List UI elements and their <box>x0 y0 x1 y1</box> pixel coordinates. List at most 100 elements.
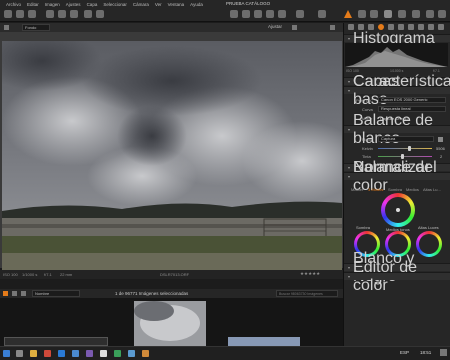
taskbar-app2-icon[interactable] <box>86 350 93 357</box>
sort-select[interactable]: Nombre <box>32 290 80 297</box>
brush-icon[interactable] <box>296 10 304 18</box>
compare-icon[interactable] <box>384 10 392 18</box>
window-title: PRUEBA CATÁLOGO <box>226 1 271 6</box>
kelvin-knob[interactable] <box>408 146 411 151</box>
help-icon[interactable] <box>370 10 378 18</box>
color-editor-header[interactable]: Editor de color <box>344 259 450 294</box>
language-indicator[interactable]: ESP <box>400 350 409 355</box>
taskbar-edge-icon[interactable] <box>58 350 65 357</box>
menu-ajustes[interactable]: Ajustes <box>66 2 81 7</box>
menu-ventana[interactable]: Ventana <box>168 2 185 7</box>
import-icon[interactable] <box>4 10 12 18</box>
viewer-options-icon[interactable] <box>330 25 335 30</box>
tab-3-modes[interactable]: 3 Modos <box>368 187 383 192</box>
eye-icon[interactable] <box>398 10 406 18</box>
menu-ayuda[interactable]: Ayuda <box>190 2 203 7</box>
clock[interactable]: 18:51 <box>420 350 431 355</box>
thumbnail-next[interactable] <box>228 337 300 346</box>
filmstrip-view-icon[interactable] <box>21 291 26 296</box>
taskbar-app-icon[interactable] <box>72 350 79 357</box>
info-filename: DSLR7013.ORF <box>160 272 190 277</box>
icc-select[interactable]: Canon EOS 2000 Generic <box>378 97 446 103</box>
tab-mid[interactable]: Medios <box>406 187 419 192</box>
notifications-icon[interactable] <box>440 349 447 356</box>
tab-batch-icon[interactable] <box>438 24 444 30</box>
icc-label: Perfil ICC <box>356 98 374 103</box>
info-aperture: f/7.1 <box>44 272 52 277</box>
menu-seleccionar[interactable]: Seleccionar <box>103 2 127 7</box>
thumbnail-selected[interactable] <box>134 301 206 346</box>
menu-camara[interactable]: Cámara <box>133 2 149 7</box>
redo-icon[interactable] <box>58 10 66 18</box>
rating-stars[interactable]: ★★★★★ <box>300 271 320 277</box>
white-balance-header[interactable]: Balance de blanco <box>344 112 450 147</box>
keystone-icon[interactable] <box>278 10 286 18</box>
straighten-icon[interactable] <box>266 10 274 18</box>
photo-canvas[interactable] <box>2 41 342 273</box>
zoom-tool-icon[interactable] <box>254 10 262 18</box>
tab-shadow[interactable]: Sombra <box>388 187 402 192</box>
menu-ver[interactable]: Ver <box>155 2 162 7</box>
share-icon[interactable] <box>358 10 366 18</box>
shadow-label: Sombra <box>356 225 371 230</box>
wb-picker-icon[interactable] <box>438 137 443 142</box>
histogram-header[interactable]: Histograma <box>344 30 450 47</box>
menu-bar: Archivo Editar Imagen Ajustes Capa Selec… <box>0 0 450 8</box>
text-tool-icon[interactable] <box>96 10 104 18</box>
tab-master[interactable]: Master <box>351 187 363 192</box>
tint-slider[interactable] <box>378 156 432 157</box>
kelvin-label: Kelvin <box>362 146 373 151</box>
adjust-label[interactable]: Ajustar <box>268 24 282 29</box>
histogram-chart <box>345 43 448 67</box>
thumbnail-image <box>134 301 200 341</box>
selection-count: 1 de 96771 Imágenes seleccionadas <box>115 291 189 296</box>
info-shutter: 1/1000 s <box>22 272 38 277</box>
menu-imagen[interactable]: Imagen <box>45 2 60 7</box>
menu-archivo[interactable]: Archivo <box>6 2 21 7</box>
wb-mode-label: Modo <box>362 137 373 142</box>
grid-icon[interactable] <box>412 10 420 18</box>
list-view-icon[interactable] <box>12 291 17 296</box>
menu-capa[interactable]: Capa <box>87 2 98 7</box>
info-iso: ISO 100 <box>3 272 18 277</box>
thumbnail-prev[interactable] <box>4 337 108 346</box>
taskbar-app3-icon[interactable] <box>114 350 121 357</box>
crop-icon[interactable] <box>84 10 92 18</box>
grid-view-icon[interactable] <box>3 291 8 296</box>
color-editor-title: Editor de color <box>353 258 418 294</box>
viewer-grid-icon[interactable] <box>4 25 9 30</box>
rotate-icon[interactable] <box>70 10 78 18</box>
start-icon[interactable] <box>3 350 10 357</box>
taskbar-capture-one-icon[interactable] <box>100 350 107 357</box>
tab-high[interactable]: Altas Lu... <box>423 187 441 192</box>
wb-mode-select[interactable]: Captura <box>378 136 434 142</box>
fullscreen-icon[interactable] <box>438 10 446 18</box>
base-title: Características base <box>353 72 450 108</box>
kelvin-value[interactable]: 5506 <box>436 146 445 151</box>
warning-icon[interactable] <box>344 10 352 18</box>
browser-search-input[interactable] <box>276 290 338 297</box>
base-characteristics-header[interactable]: Características base <box>344 73 450 108</box>
taskbar-app4-icon[interactable] <box>128 350 135 357</box>
library-icon[interactable] <box>28 10 36 18</box>
capture-icon[interactable] <box>16 10 24 18</box>
cloudy-landscape-photo <box>2 41 342 273</box>
pan-tool-icon[interactable] <box>242 10 250 18</box>
layout-icon[interactable] <box>426 10 434 18</box>
color-balance-header[interactable]: Balance del color <box>344 159 450 194</box>
viewer-mode-select[interactable]: Fondo <box>22 24 50 31</box>
taskbar-app5-icon[interactable] <box>142 350 149 357</box>
cursor-tool-icon[interactable] <box>230 10 238 18</box>
midtones-wheel-handle[interactable] <box>396 208 400 212</box>
picker-icon[interactable] <box>318 10 326 18</box>
taskbar-explorer-icon[interactable] <box>30 350 37 357</box>
wb-title: Balance de blanco <box>353 111 434 147</box>
taskbar-search-icon[interactable] <box>16 350 23 357</box>
taskbar-chrome-icon[interactable] <box>44 350 51 357</box>
zoom-menu-icon[interactable] <box>292 25 297 30</box>
menu-editar[interactable]: Editar <box>27 2 39 7</box>
undo-icon[interactable] <box>46 10 54 18</box>
kelvin-slider[interactable] <box>378 148 432 149</box>
windows-taskbar <box>0 346 450 360</box>
histogram-graph <box>345 47 448 67</box>
